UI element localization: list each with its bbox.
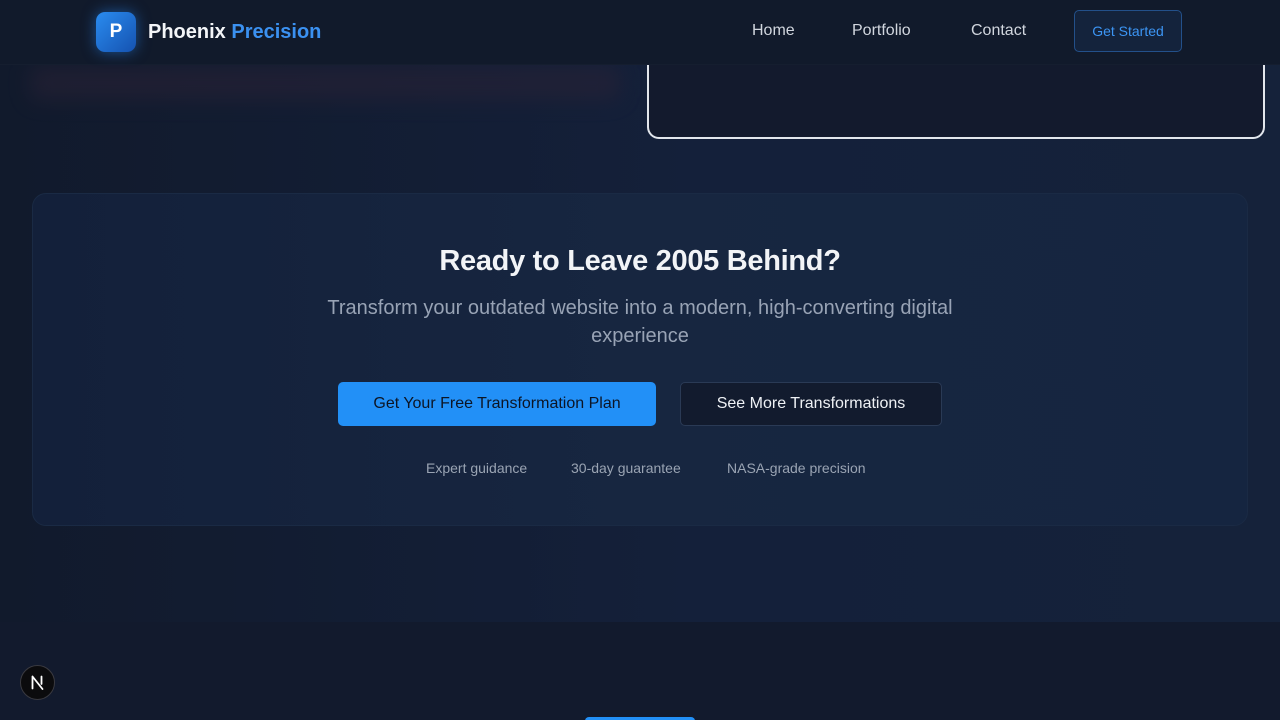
page: P Phoenix Precision Home Portfolio Conta…	[0, 0, 1280, 720]
site-header: P Phoenix Precision Home Portfolio Conta…	[0, 0, 1280, 65]
logo-letter: P	[109, 21, 123, 42]
see-more-transformations-button[interactable]: See More Transformations	[680, 382, 942, 426]
nextjs-icon	[31, 675, 44, 690]
free-transformation-plan-button[interactable]: Get Your Free Transformation Plan	[338, 382, 656, 426]
background-lower	[0, 622, 1280, 720]
logo-badge[interactable]: P	[96, 12, 136, 52]
brand-name-main: Phoenix	[148, 21, 226, 43]
feature-guarantee: 30-day guarantee	[571, 460, 681, 476]
feature-precision: NASA-grade precision	[727, 460, 866, 476]
feature-expert-guidance: Expert guidance	[426, 460, 528, 476]
nextjs-dev-badge[interactable]	[20, 665, 55, 700]
blurred-previous-content	[30, 66, 620, 100]
nav-portfolio[interactable]: Portfolio	[852, 21, 911, 41]
cta-title: Ready to Leave 2005 Behind?	[439, 245, 841, 277]
get-started-button[interactable]: Get Started	[1074, 10, 1182, 52]
nav-contact[interactable]: Contact	[971, 21, 1026, 41]
cta-subtitle: Transform your outdated website into a m…	[327, 297, 953, 347]
nav-home[interactable]: Home	[752, 21, 795, 41]
brand-name-accent: Precision	[231, 21, 322, 43]
brand-name[interactable]: Phoenix Precision	[148, 20, 321, 44]
